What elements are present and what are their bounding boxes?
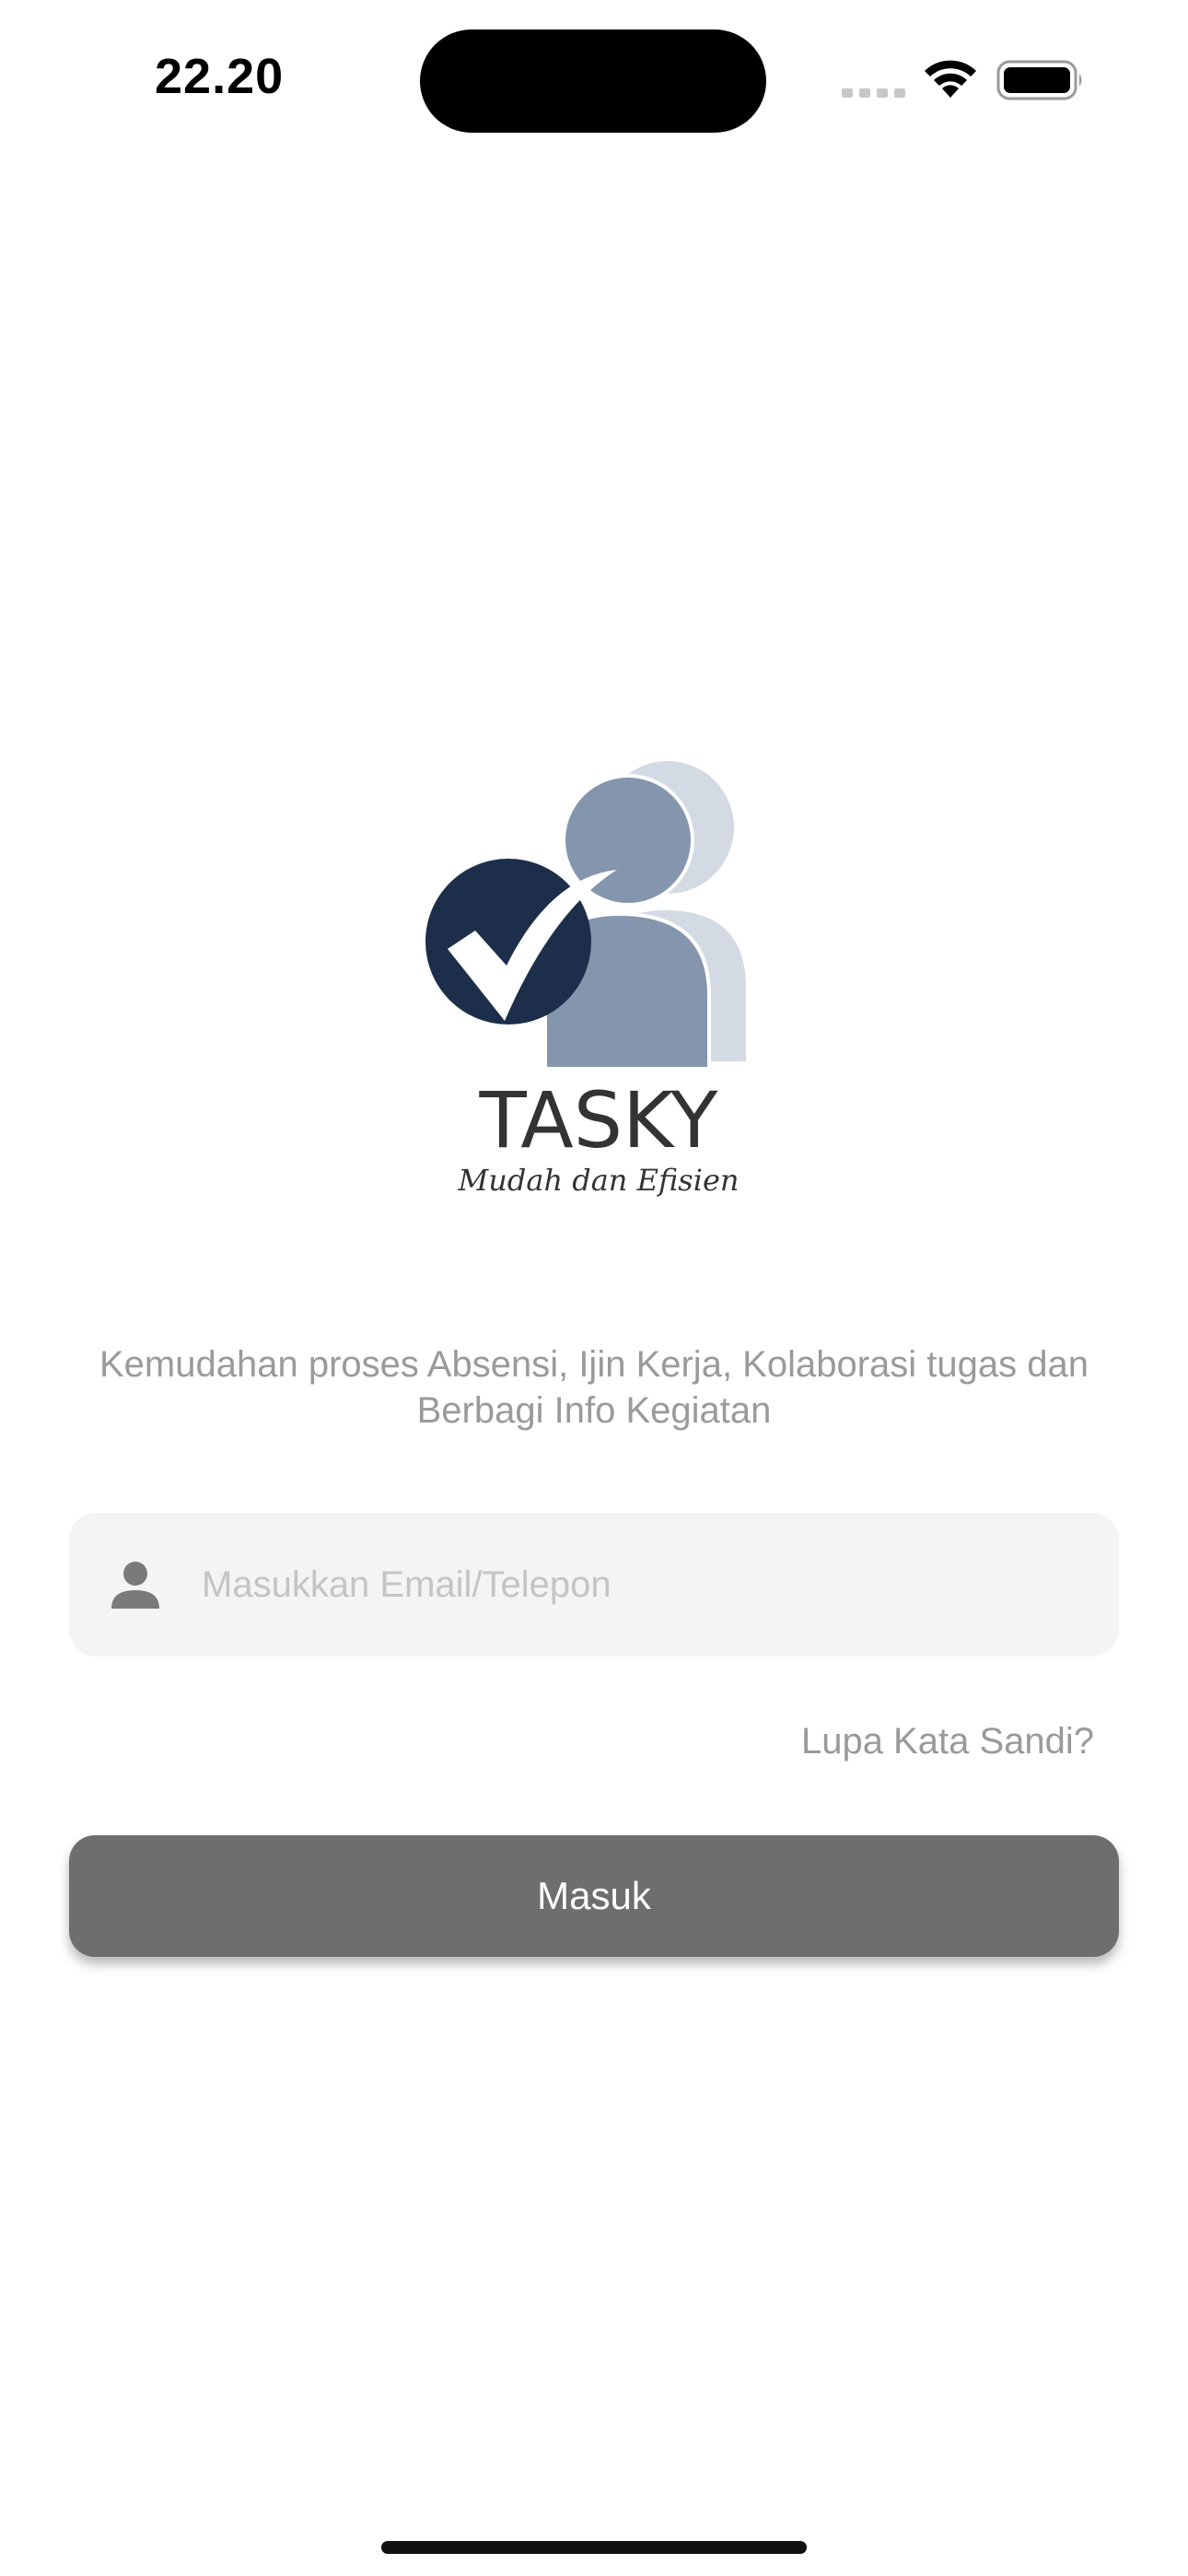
logo-brand: TASKY (479, 1075, 719, 1165)
cellular-signal-icon (842, 88, 905, 98)
login-screen: 22.20 TASKY Mudah dan Efisien Kemudahan … (0, 0, 1188, 2576)
dynamic-island (420, 29, 766, 133)
logo-graphic: TASKY Mudah dan Efisien (425, 761, 746, 1198)
email-phone-field[interactable] (69, 1513, 1119, 1657)
logo-tagline: Mudah dan Efisien (458, 1163, 740, 1198)
battery-icon (996, 60, 1082, 100)
email-phone-input[interactable] (202, 1513, 1086, 1657)
login-button[interactable]: Masuk (69, 1835, 1119, 1957)
person-icon (111, 1562, 159, 1609)
wifi-icon (925, 60, 976, 98)
status-time: 22.20 (155, 49, 285, 104)
forgot-password-link[interactable]: Lupa Kata Sandi? (801, 1721, 1094, 1762)
app-description: Kemudahan proses Absensi, Ijin Kerja, Ko… (99, 1344, 1089, 1431)
app-logo: TASKY Mudah dan Efisien (405, 755, 783, 1198)
home-indicator[interactable] (381, 2541, 807, 2554)
